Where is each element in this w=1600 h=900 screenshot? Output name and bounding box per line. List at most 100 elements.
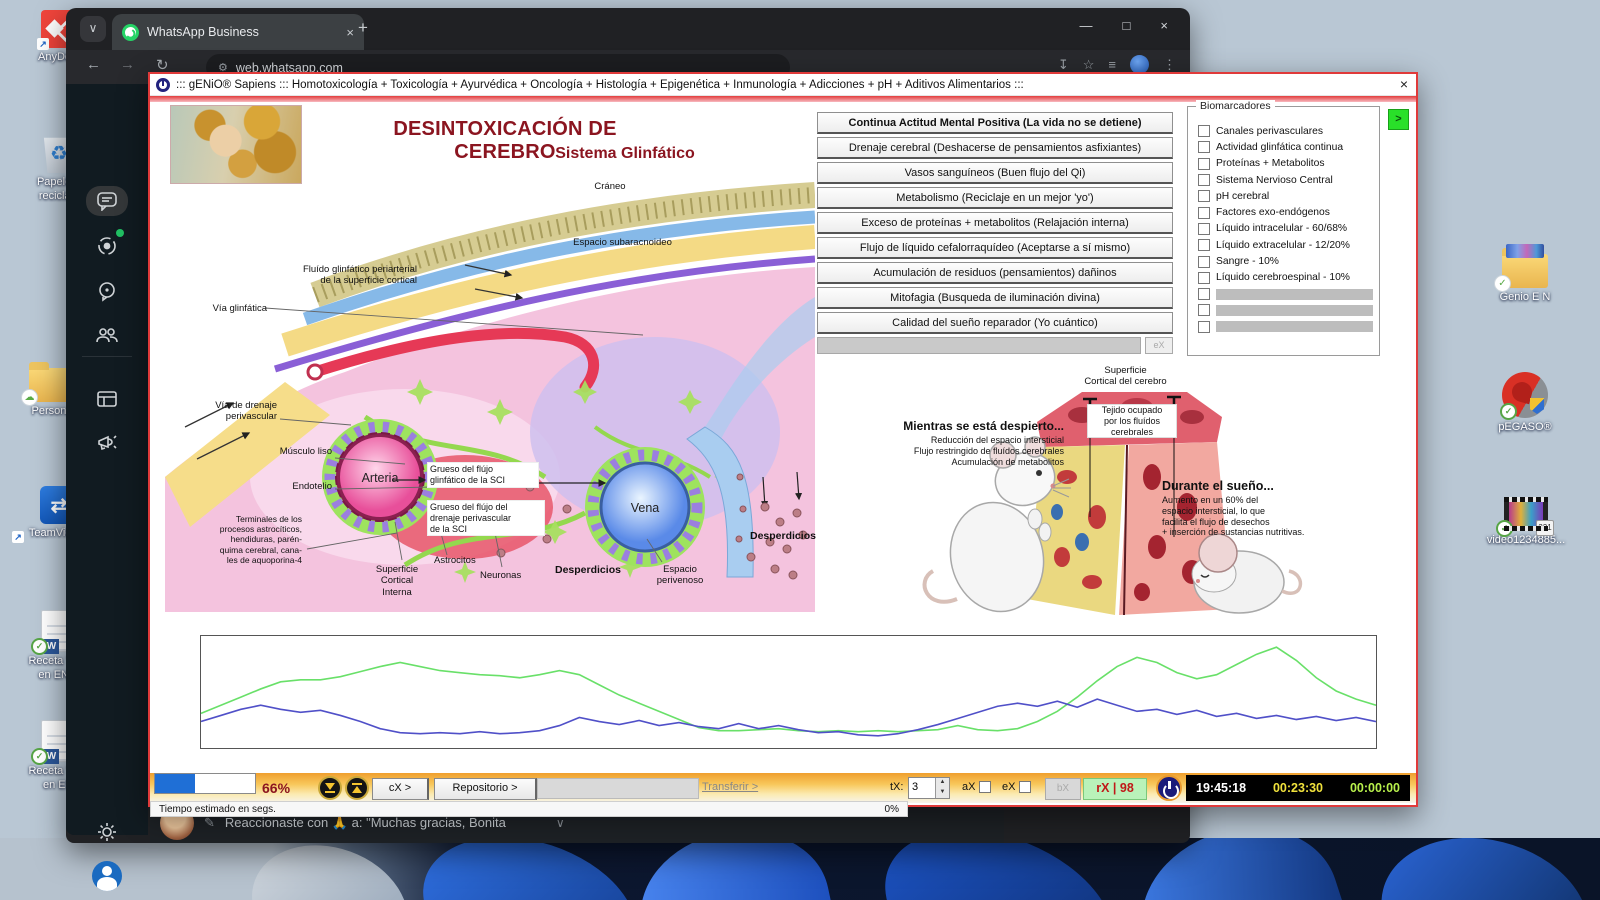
window-minimize-button[interactable]: —	[1080, 18, 1093, 33]
sync-check-icon: ✓	[1494, 275, 1511, 292]
biomarker-row: Sistema Nervioso Central	[1198, 172, 1373, 188]
biomarker-checkbox[interactable]	[1198, 288, 1210, 301]
biomarker-row: Factores exo-endógenos	[1198, 204, 1373, 220]
trend-chart	[200, 635, 1377, 749]
ax-checkbox[interactable]	[979, 780, 992, 793]
action-button[interactable]: Drenaje cerebral (Deshacerse de pensamie…	[817, 137, 1173, 159]
app-title: ::: gENiO® Sapiens ::: Homotoxicología +…	[176, 78, 1024, 91]
ax-label: aX	[962, 781, 976, 793]
sidebar-item-status[interactable]	[86, 229, 128, 261]
biomarker-checkbox[interactable]	[1198, 206, 1210, 219]
sidebar-item-chats[interactable]	[86, 186, 128, 216]
bx-button[interactable]: bX	[1045, 778, 1081, 800]
label-musculo-liso: Músculo liso	[279, 446, 332, 457]
label-grueso-drenaje: Grueso del flújo del drenaje perivascula…	[427, 500, 545, 537]
action-button[interactable]: Flujo de líquido cefalorraquídeo (Acepta…	[817, 237, 1173, 259]
biomarker-label: Factores exo-endógenos	[1216, 207, 1330, 219]
profile-avatar-icon	[92, 861, 122, 891]
sync-check-icon: ✓	[31, 638, 48, 655]
command-input-bar[interactable]	[817, 337, 1141, 354]
biomarker-label: Líquido extracelular - 12/20%	[1216, 239, 1350, 251]
biomarker-checkbox[interactable]	[1198, 255, 1210, 268]
progress-bar	[154, 773, 256, 794]
ex-checkbox[interactable]	[1019, 780, 1032, 793]
tab-close-icon[interactable]: ×	[346, 25, 354, 40]
eject-up-button[interactable]	[345, 776, 369, 800]
biomarker-row: pH cerebral	[1198, 188, 1373, 204]
stepper-down-icon[interactable]: ▼	[936, 788, 949, 798]
biomarker-checkbox[interactable]	[1198, 174, 1210, 187]
sidebar-item-catalog[interactable]	[86, 384, 128, 414]
bookmark-star-icon[interactable]: ☆	[1083, 57, 1095, 73]
biomarker-checkbox[interactable]	[1198, 239, 1210, 252]
action-button[interactable]: Exceso de proteínas + metabolitos (Relaj…	[817, 212, 1173, 234]
action-button[interactable]: Continua Actitud Mental Positiva (La vid…	[817, 112, 1173, 134]
action-button[interactable]: Calidad del sueño reparador (Yo cuántico…	[817, 312, 1173, 334]
tab-search-chevron-button[interactable]: ∨	[80, 16, 106, 42]
forward-button[interactable]: →	[120, 56, 135, 73]
downloads-icon[interactable]: ↧	[1058, 57, 1069, 73]
status-percent: 0%	[884, 803, 899, 815]
repositorio-button[interactable]: Repositorio >	[434, 778, 537, 800]
cx-button[interactable]: cX >	[372, 778, 429, 800]
label-neuronas: Neuronas	[480, 570, 522, 581]
action-button[interactable]: Mitofagia (Busqueda de iluminación divin…	[817, 287, 1173, 309]
window-maximize-button[interactable]: □	[1123, 18, 1131, 33]
action-button[interactable]: Metabolismo (Reciclaje en un mejor 'yo')	[817, 187, 1173, 209]
biomarker-checkbox[interactable]	[1198, 157, 1210, 170]
stepper-arrows[interactable]: ▲ ▼	[935, 778, 949, 798]
reading-list-icon[interactable]: ≡	[1108, 57, 1116, 72]
transferir-link[interactable]: Transferir >	[702, 781, 758, 793]
tx-value[interactable]: 3	[909, 778, 935, 798]
app-close-button[interactable]: ×	[1400, 76, 1408, 92]
biomarker-checkbox[interactable]	[1198, 141, 1210, 154]
ax-checkbox-group[interactable]: aX	[962, 780, 992, 793]
label-craneo: Cráneo	[594, 181, 626, 192]
label-desperdicios-right: Desperdicios	[750, 530, 816, 542]
tx-stepper[interactable]: 3 ▲ ▼	[908, 777, 950, 799]
biomarker-row: Sangre - 10%	[1198, 253, 1373, 269]
label-astrocitos: Astrocitos	[434, 555, 476, 566]
biomarker-row: Actividad glinfática continua	[1198, 139, 1373, 155]
desktop-icon-genio-folder[interactable]: ✓ Genio E N	[1482, 244, 1568, 305]
sidebar-item-advertise[interactable]	[86, 428, 128, 458]
folder-photo-preview	[1506, 244, 1544, 258]
ex-small-button[interactable]: eX	[1145, 337, 1173, 354]
label-superficie-cortical-interna: Superficie Cortical Interna	[375, 564, 419, 598]
action-button[interactable]: Acumulación de residuos (pensamientos) d…	[817, 262, 1173, 284]
window-close-button[interactable]: ×	[1160, 18, 1168, 33]
back-button[interactable]: ←	[86, 56, 101, 73]
browser-menu-icon[interactable]: ⋮	[1163, 57, 1176, 73]
biomarker-checkbox[interactable]	[1198, 271, 1210, 284]
tab-whatsapp-business[interactable]: WhatsApp Business ×	[112, 14, 364, 50]
biomarker-checkbox[interactable]	[1198, 222, 1210, 235]
chat-chevron-icon[interactable]: ∨	[556, 816, 565, 830]
desktop-icon-video[interactable]: ✓ 321 video1234885...	[1486, 497, 1566, 548]
sidebar-item-channels[interactable]	[86, 276, 128, 306]
transfer-progress-bar	[537, 778, 699, 799]
biomarker-checkbox[interactable]	[1198, 190, 1210, 203]
sidebar-profile-avatar[interactable]	[86, 861, 128, 891]
cloud-sync-icon: ☁	[21, 389, 38, 406]
biomarkers-title: Biomarcadores	[1196, 100, 1275, 112]
genio-power-icon[interactable]	[1156, 775, 1182, 801]
biomarker-list: Canales perivasculares Actividad glinfáti…	[1198, 123, 1373, 335]
label-awake-title: Mientras se está despierto...	[903, 419, 1064, 433]
label-grueso-glinfatico: Grueso del flújo glinfático de la SCI	[427, 462, 539, 488]
new-tab-button[interactable]: +	[358, 18, 368, 38]
sidebar-item-communities[interactable]	[86, 320, 128, 350]
biomarker-row: Líquido extracelular - 12/20%	[1198, 237, 1373, 253]
action-button[interactable]: Vasos sanguíneos (Buen flujo del Qi)	[817, 162, 1173, 184]
sidebar-item-settings[interactable]	[86, 817, 128, 847]
desktop-icon-pegaso[interactable]: ✓ pEGASO®	[1482, 372, 1568, 435]
eject-down-button[interactable]	[318, 776, 342, 800]
biomarkers-go-button[interactable]: >	[1388, 109, 1409, 130]
biomarker-label: pH cerebral	[1216, 190, 1270, 202]
biomarker-checkbox[interactable]	[1198, 125, 1210, 138]
stepper-up-icon[interactable]: ▲	[936, 778, 949, 788]
label-desperdicios-left: Desperdicios	[555, 564, 621, 576]
ex-checkbox-group[interactable]: eX	[1002, 780, 1032, 793]
biomarker-checkbox[interactable]	[1198, 304, 1210, 317]
page-subtitle: Sistema Glinfático	[555, 145, 695, 162]
biomarker-checkbox[interactable]	[1198, 320, 1210, 333]
